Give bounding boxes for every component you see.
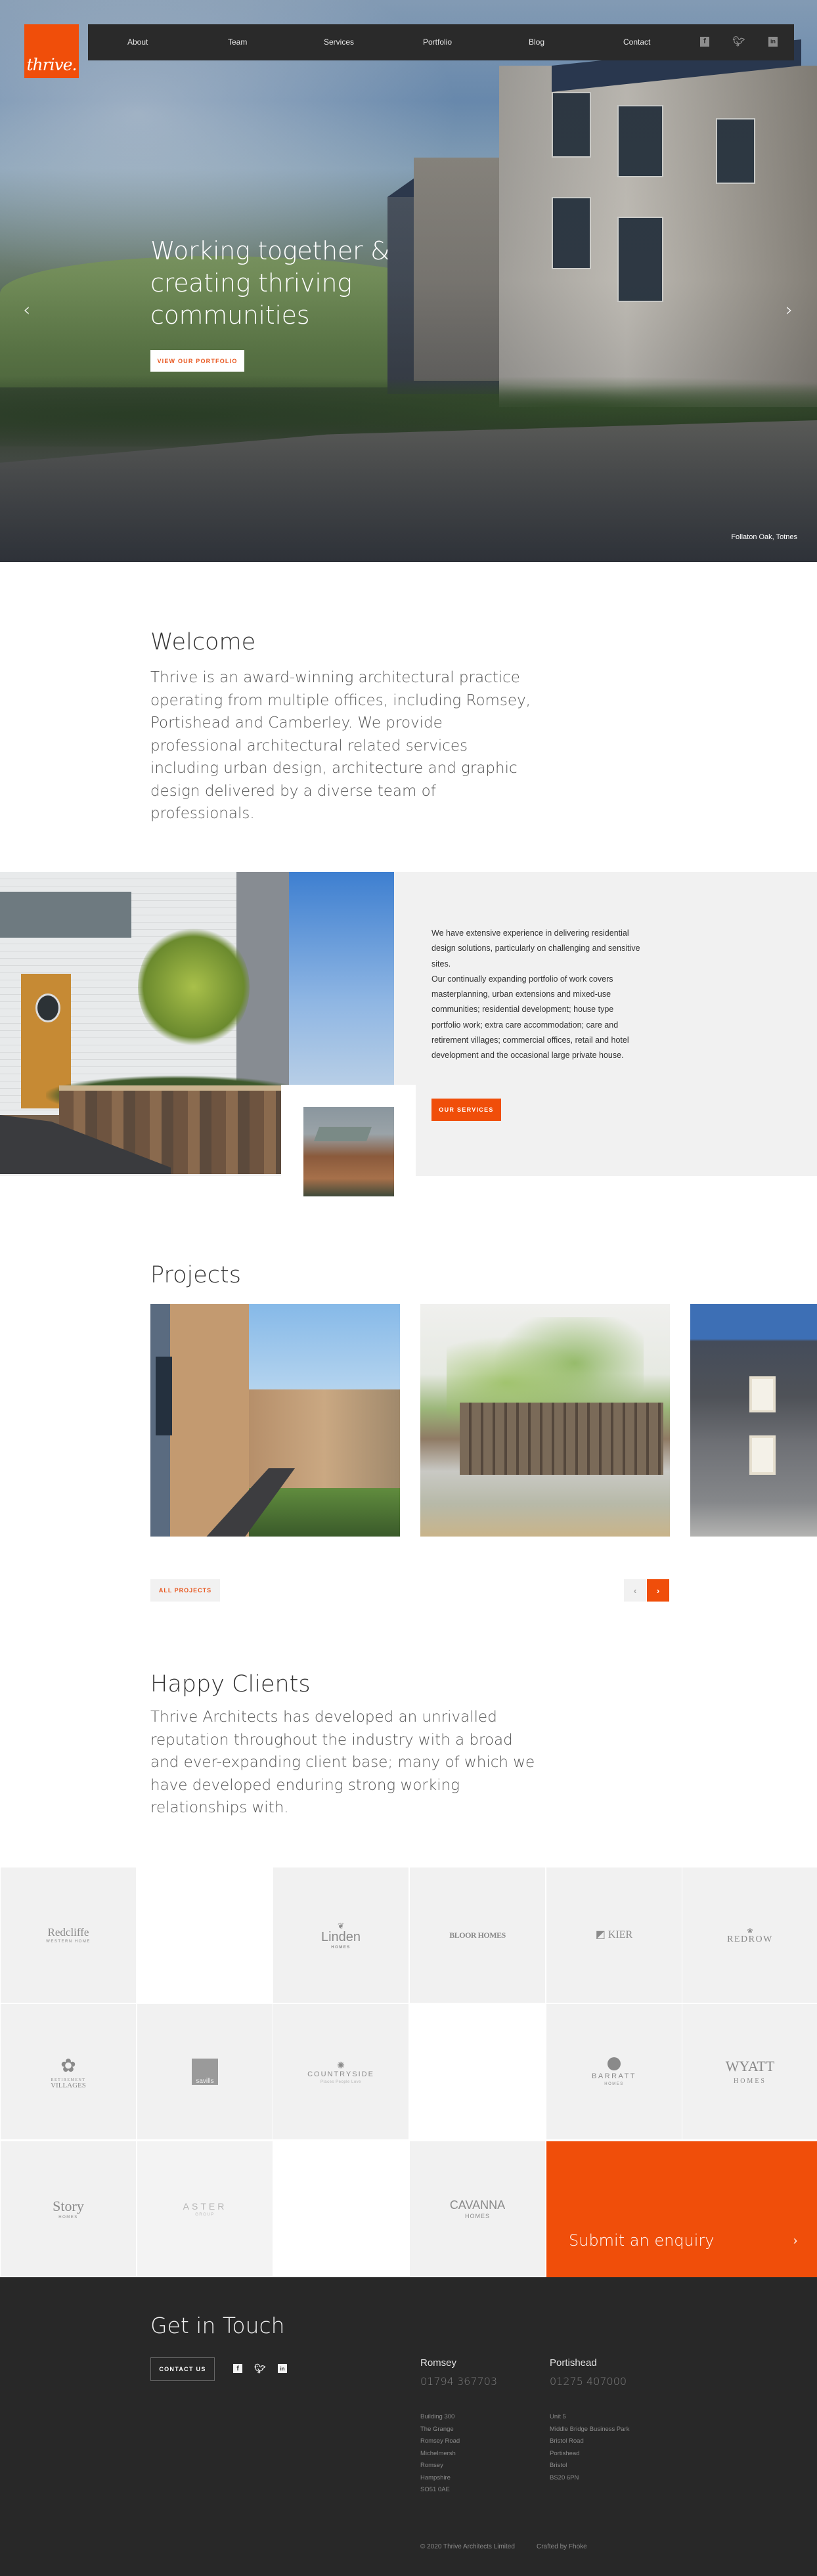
nav-item-services[interactable]: Services <box>324 37 354 47</box>
office-romsey: Romsey 01794 367703 Building 300 The Gran… <box>420 2357 565 2497</box>
services-text: We have extensive experience in deliveri… <box>431 926 645 1064</box>
facebook-icon[interactable]: f <box>233 2364 242 2373</box>
footer-title: Get in Touch <box>150 2313 285 2338</box>
office-portishead: Portishead 01275 407000 Unit 5 Middle Bri… <box>550 2357 694 2484</box>
client-logo-empty <box>137 1867 273 2003</box>
hero-caption: Follaton Oak, Totnes <box>731 533 797 541</box>
nav-item-team[interactable]: Team <box>228 37 247 47</box>
office-address: Unit 5 Middle Bridge Business Park Bristo… <box>550 2413 630 2481</box>
main-nav: About Team Services Portfolio Blog Conta… <box>88 24 794 60</box>
client-logo-cavanna: CAVANNA HOMES <box>410 2141 545 2277</box>
client-logo-linden: ❦ Linden HOMES <box>273 1867 408 2003</box>
services-image-small <box>303 1107 394 1196</box>
nav-item-portfolio[interactable]: Portfolio <box>423 37 452 47</box>
office-city: Portishead <box>550 2357 597 2369</box>
client-logo-countryside: ✺ COUNTRYSIDE Places People Love <box>273 2004 408 2139</box>
projects-title: Projects <box>150 1262 241 1288</box>
twitter-icon[interactable]: 🐦︎ <box>732 37 745 47</box>
client-logo-wyatt-homes: WYATT HOMES <box>682 2004 817 2139</box>
client-logo-story-homes: Story HOMES <box>1 2141 136 2277</box>
client-logo-empty <box>410 2004 545 2139</box>
welcome-title: Welcome <box>150 629 256 655</box>
linkedin-icon[interactable]: in <box>278 2364 287 2373</box>
logo-text: thrive. <box>26 55 77 74</box>
client-logo-redrow: ❀ REDROW <box>682 1867 817 2003</box>
view-portfolio-button[interactable]: VIEW OUR PORTFOLIO <box>150 350 244 372</box>
client-logo-bloor-homes: BLOOR HOMES <box>410 1867 545 2003</box>
submit-enquiry-label: Submit an enquiry <box>569 2231 715 2250</box>
projects-next-button[interactable]: › <box>647 1579 669 1602</box>
office-address: Building 300 The Grange Romsey Road Michel… <box>420 2413 460 2493</box>
crafted-by-link[interactable]: Crafted by Fhoke <box>537 2543 587 2550</box>
client-logo-retirement-villages: ✿ RETIREMENT VILLAGES <box>1 2004 136 2139</box>
hero-title: Working together & creating thriving com… <box>150 236 390 330</box>
client-logo-kier: ◩ KIER <box>546 1867 682 2003</box>
client-logo-savills: savills <box>137 2004 273 2139</box>
linkedin-icon[interactable]: in <box>768 37 778 47</box>
copyright: © 2020 Thrive Architects Limited <box>420 2543 515 2550</box>
services-paragraph: We have extensive experience in deliveri… <box>431 928 640 969</box>
nav-item-blog[interactable]: Blog <box>529 37 544 47</box>
projects-prev-button[interactable]: ‹ <box>624 1579 646 1602</box>
hero-banner: Working together & creating thriving com… <box>0 0 817 562</box>
project-card[interactable] <box>690 1304 817 1537</box>
welcome-text: Thrive is an award-winning architectural… <box>150 669 531 822</box>
submit-enquiry-button[interactable]: Submit an enquiry › <box>546 2141 817 2277</box>
all-projects-button[interactable]: ALL PROJECTS <box>150 1579 220 1602</box>
logo[interactable]: thrive. <box>24 24 79 78</box>
our-services-button[interactable]: OUR SERVICES <box>431 1099 501 1121</box>
nav-item-about[interactable]: About <box>127 37 148 47</box>
nav-item-contact[interactable]: Contact <box>623 37 650 47</box>
client-logo-aster: ASTER GROUP <box>137 2141 273 2277</box>
contact-us-button[interactable]: CONTACT US <box>150 2357 215 2381</box>
clients-title: Happy Clients <box>150 1671 311 1697</box>
project-card[interactable] <box>420 1304 670 1537</box>
client-logo-empty <box>273 2141 408 2277</box>
footer <box>0 2277 817 2576</box>
hero-next-arrow-icon[interactable]: › <box>785 299 793 320</box>
chevron-right-icon: › <box>793 2234 797 2247</box>
office-phone[interactable]: 01794 367703 <box>420 2375 565 2388</box>
client-logo-barratt: BARRATT HOMES <box>546 2004 682 2139</box>
office-city: Romsey <box>420 2357 457 2369</box>
client-logo-redcliffe: Redcliffe WESTERN HOME <box>1 1867 136 2003</box>
twitter-icon[interactable]: 🐦︎ <box>254 2363 266 2374</box>
services-paragraph: Our continually expanding portfolio of w… <box>431 974 629 1060</box>
hero-prev-arrow-icon[interactable]: ‹ <box>23 299 30 320</box>
project-card[interactable] <box>150 1304 400 1537</box>
clients-text: Thrive Architects has developed an unriv… <box>150 1709 535 1816</box>
facebook-icon[interactable]: f <box>700 37 709 47</box>
office-phone[interactable]: 01275 407000 <box>550 2375 694 2388</box>
